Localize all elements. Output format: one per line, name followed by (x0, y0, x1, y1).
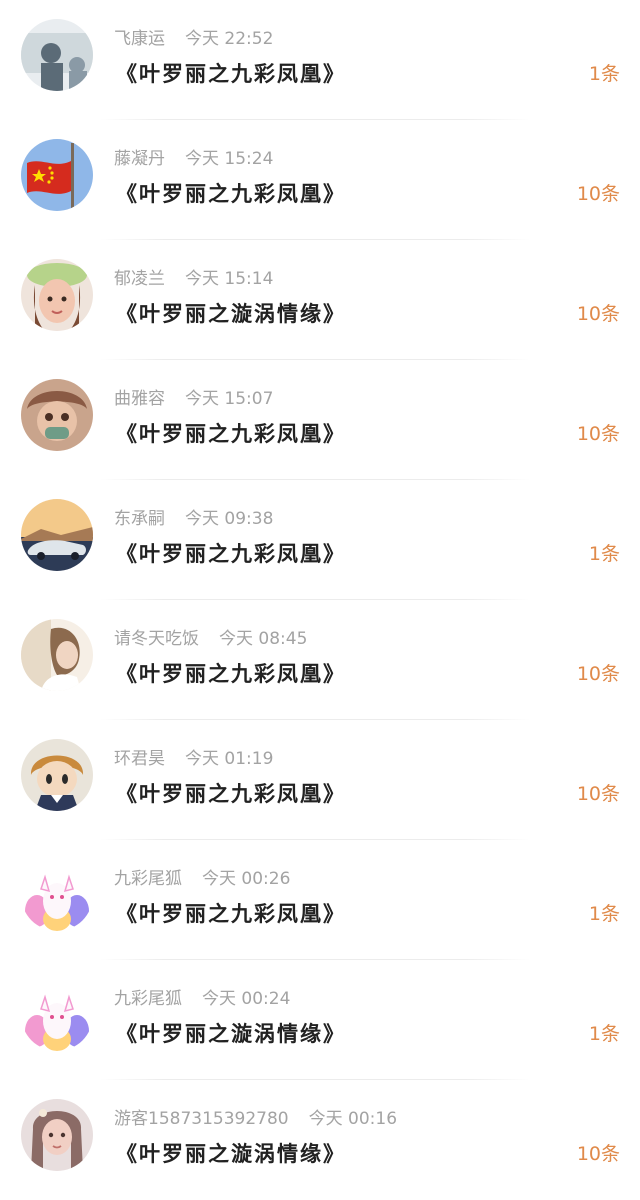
message-meta: 东承嗣 今天 09:38 (114, 506, 273, 532)
user-name: 请冬天吃饭 (114, 629, 199, 649)
user-name: 九彩尾狐 (114, 989, 182, 1009)
list-item[interactable]: 东承嗣 今天 09:38 《叶罗丽之九彩凤凰》 1条 (0, 480, 640, 600)
user-name: 藤凝丹 (114, 149, 165, 169)
message-meta: 请冬天吃饭 今天 08:45 (114, 626, 307, 652)
photo-avatar-icon[interactable] (21, 19, 93, 91)
story-title[interactable]: 《叶罗丽之九彩凤凰》 (116, 58, 346, 90)
user-name: 郁凌兰 (114, 269, 165, 289)
list-item[interactable]: 九彩尾狐 今天 00:24 《叶罗丽之漩涡情缘》 1条 (0, 960, 640, 1080)
message-meta: 环君昊 今天 01:19 (114, 746, 273, 772)
message-meta: 游客1587315392780 今天 00:16 (114, 1106, 397, 1132)
message-time: 今天 15:07 (185, 389, 274, 409)
message-meta: 九彩尾狐 今天 00:26 (114, 866, 290, 892)
photo-avatar-icon[interactable] (21, 619, 93, 691)
message-count: 10条 (576, 663, 620, 685)
message-count: 10条 (576, 183, 620, 205)
anime-avatar-icon[interactable] (21, 379, 93, 451)
list-item[interactable]: 郁凌兰 今天 15:14 《叶罗丽之漩涡情缘》 10条 (0, 240, 640, 360)
cartoon-avatar-icon[interactable] (21, 739, 93, 811)
message-count: 1条 (588, 63, 620, 85)
list-item[interactable]: 游客1587315392780 今天 00:16 《叶罗丽之漩涡情缘》 10条 (0, 1080, 640, 1200)
story-title[interactable]: 《叶罗丽之漩涡情缘》 (116, 1138, 346, 1170)
list-item[interactable]: 曲雅容 今天 15:07 《叶罗丽之九彩凤凰》 10条 (0, 360, 640, 480)
user-name: 九彩尾狐 (114, 869, 182, 889)
car-avatar-icon[interactable] (21, 499, 93, 571)
list-item[interactable]: 飞康运 今天 22:52 《叶罗丽之九彩凤凰》 1条 (0, 0, 640, 120)
story-title[interactable]: 《叶罗丽之九彩凤凰》 (116, 658, 346, 690)
user-name: 飞康运 (114, 29, 165, 49)
fox-avatar-icon[interactable] (21, 979, 93, 1051)
message-count: 1条 (588, 543, 620, 565)
list-item[interactable]: 环君昊 今天 01:19 《叶罗丽之九彩凤凰》 10条 (0, 720, 640, 840)
message-time: 今天 01:19 (185, 749, 274, 769)
message-meta: 郁凌兰 今天 15:14 (114, 266, 273, 292)
flag-avatar-icon[interactable] (21, 139, 93, 211)
story-title[interactable]: 《叶罗丽之九彩凤凰》 (116, 178, 346, 210)
message-count: 10条 (576, 783, 620, 805)
message-time: 今天 15:24 (185, 149, 274, 169)
story-title[interactable]: 《叶罗丽之九彩凤凰》 (116, 538, 346, 570)
message-count: 1条 (588, 903, 620, 925)
user-name: 游客1587315392780 (114, 1109, 289, 1129)
message-time: 今天 08:45 (219, 629, 308, 649)
message-time: 今天 00:24 (202, 989, 291, 1009)
message-time: 今天 00:26 (202, 869, 291, 889)
user-name: 曲雅容 (114, 389, 165, 409)
message-meta: 飞康运 今天 22:52 (114, 26, 273, 52)
story-title[interactable]: 《叶罗丽之九彩凤凰》 (116, 418, 346, 450)
list-item[interactable]: 请冬天吃饭 今天 08:45 《叶罗丽之九彩凤凰》 10条 (0, 600, 640, 720)
list-item[interactable]: 九彩尾狐 今天 00:26 《叶罗丽之九彩凤凰》 1条 (0, 840, 640, 960)
message-meta: 藤凝丹 今天 15:24 (114, 146, 273, 172)
message-count: 10条 (576, 423, 620, 445)
message-time: 今天 00:16 (308, 1109, 398, 1129)
message-time: 今天 15:14 (185, 269, 274, 289)
message-meta: 曲雅容 今天 15:07 (114, 386, 273, 412)
girl-avatar-icon[interactable] (21, 1099, 93, 1171)
list-item[interactable]: 藤凝丹 今天 15:24 《叶罗丽之九彩凤凰》 10条 (0, 120, 640, 240)
user-name: 环君昊 (114, 749, 165, 769)
story-title[interactable]: 《叶罗丽之漩涡情缘》 (116, 298, 346, 330)
message-meta: 九彩尾狐 今天 00:24 (114, 986, 290, 1012)
girl-avatar-icon[interactable] (21, 259, 93, 331)
message-time: 今天 22:52 (185, 29, 274, 49)
message-list: 飞康运 今天 22:52 《叶罗丽之九彩凤凰》 1条 藤凝丹 今天 15:24 《叶… (0, 0, 640, 1197)
message-time: 今天 09:38 (185, 509, 274, 529)
user-name: 东承嗣 (114, 509, 165, 529)
story-title[interactable]: 《叶罗丽之漩涡情缘》 (116, 1018, 346, 1050)
message-count: 1条 (588, 1023, 620, 1045)
story-title[interactable]: 《叶罗丽之九彩凤凰》 (116, 898, 346, 930)
fox-avatar-icon[interactable] (21, 859, 93, 931)
story-title[interactable]: 《叶罗丽之九彩凤凰》 (116, 778, 346, 810)
message-count: 10条 (576, 1143, 620, 1165)
message-count: 10条 (576, 303, 620, 325)
